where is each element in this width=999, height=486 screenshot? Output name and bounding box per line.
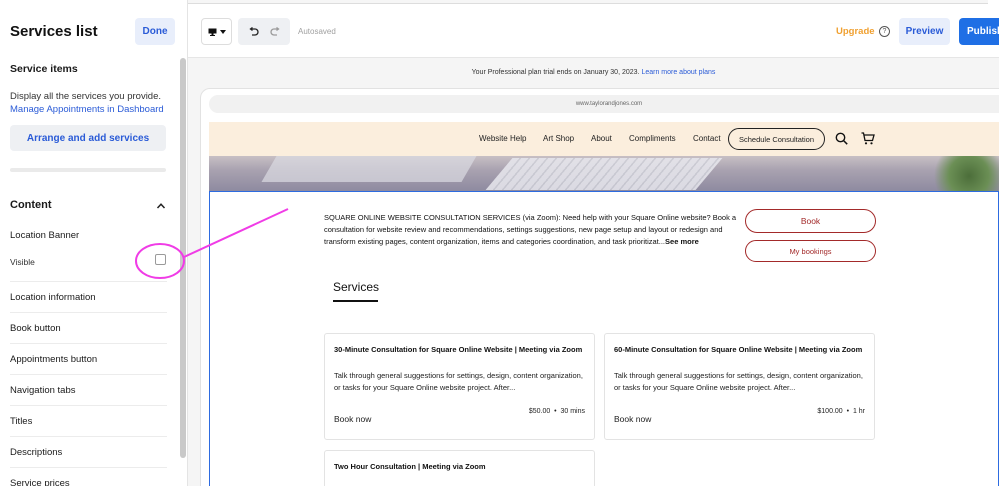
chevron-up-icon[interactable]: [156, 201, 166, 211]
nav-about[interactable]: About: [591, 134, 612, 143]
divider: [10, 374, 167, 375]
learn-more-plans-link[interactable]: Learn more about plans: [641, 69, 715, 76]
visible-checkbox[interactable]: [155, 254, 166, 265]
arrange-services-button[interactable]: Arrange and add services: [10, 125, 166, 151]
sidebar-item-location-information[interactable]: Location information: [10, 292, 167, 303]
caret-down-icon: [219, 29, 226, 34]
upgrade-link[interactable]: Upgrade: [836, 26, 875, 37]
location-banner-label: Location Banner: [10, 230, 80, 241]
manage-appointments-link[interactable]: Manage Appointments in Dashboard: [10, 104, 164, 115]
device-switcher[interactable]: [201, 18, 232, 45]
service-description: Talk through general suggestions for set…: [614, 371, 863, 392]
trial-notice: Your Professional plan trial ends on Jan…: [188, 69, 999, 76]
service-description: Talk through general suggestions for set…: [334, 371, 583, 392]
site-preview: Website Help Art Shop About Compliments …: [209, 122, 999, 486]
site-navigation: Website Help Art Shop About Compliments …: [209, 122, 999, 156]
service-title: 30-Minute Consultation for Square Online…: [334, 345, 583, 354]
undo-icon[interactable]: [248, 27, 259, 36]
publish-button[interactable]: Publish: [959, 18, 999, 45]
undo-redo-group: [238, 18, 290, 45]
nav-contact[interactable]: Contact: [693, 134, 721, 143]
done-button[interactable]: Done: [135, 18, 175, 45]
autosave-status: Autosaved: [298, 27, 336, 36]
search-icon[interactable]: [835, 132, 848, 145]
keyboard-illustration: [485, 158, 723, 190]
service-price-duration: $100.00 • 1 hr: [817, 408, 865, 415]
toolbar-top-strip: [188, 0, 988, 4]
visible-label: Visible: [10, 257, 35, 267]
services-list-panel: Services list Done Service items Display…: [0, 0, 188, 486]
location-banner-image: [209, 156, 999, 191]
service-title: 60-Minute Consultation for Square Online…: [614, 345, 863, 354]
service-title: Two Hour Consultation | Meeting via Zoom: [334, 462, 486, 471]
service-duration: 30 mins: [560, 408, 585, 415]
divider: [10, 343, 167, 344]
cart-icon[interactable]: [861, 132, 875, 145]
sidebar-item-navigation-tabs[interactable]: Navigation tabs: [10, 385, 167, 396]
nav-website-help[interactable]: Website Help: [479, 134, 526, 143]
sidebar-item-book-button[interactable]: Book button: [10, 323, 167, 334]
book-now-link[interactable]: Book now: [614, 414, 651, 424]
service-card[interactable]: 60-Minute Consultation for Square Online…: [604, 333, 875, 440]
preview-button[interactable]: Preview: [899, 18, 950, 45]
panel-title: Services list: [10, 23, 98, 40]
service-price: $50.00: [528, 408, 551, 415]
service-price-duration: $50.00 • 30 mins: [528, 408, 585, 415]
help-circle-icon[interactable]: ?: [879, 26, 890, 37]
service-price: $100.00: [817, 408, 843, 415]
plant-illustration: [929, 156, 999, 191]
see-more-link[interactable]: See more: [665, 237, 699, 246]
divider: [10, 467, 167, 468]
content-section-title[interactable]: Content: [10, 199, 52, 211]
trial-text: Your Professional plan trial ends on Jan…: [471, 69, 640, 76]
divider: [10, 405, 167, 406]
sidebar-scrollbar[interactable]: [180, 58, 186, 458]
services-description: SQUARE ONLINE WEBSITE CONSULTATION SERVI…: [324, 212, 739, 248]
service-card[interactable]: Two Hour Consultation | Meeting via Zoom: [324, 450, 595, 486]
divider: [10, 281, 167, 282]
sidebar-item-service-prices[interactable]: Service prices: [10, 478, 167, 486]
schedule-consultation-button[interactable]: Schedule Consultation: [728, 128, 825, 150]
laptop-illustration: [261, 156, 477, 182]
redo-icon[interactable]: [269, 27, 281, 36]
nav-art-shop[interactable]: Art Shop: [543, 134, 574, 143]
my-bookings-button[interactable]: My bookings: [745, 240, 876, 262]
book-button[interactable]: Book: [745, 209, 876, 233]
service-card[interactable]: 30-Minute Consultation for Square Online…: [324, 333, 595, 440]
sidebar-item-titles[interactable]: Titles: [10, 416, 167, 427]
sidebar-item-descriptions[interactable]: Descriptions: [10, 447, 167, 458]
service-items-description: Display all the services you provide.: [10, 91, 162, 102]
editor-toolbar: Autosaved Upgrade ? Preview Publish: [188, 0, 999, 58]
service-duration: 1 hr: [852, 408, 865, 415]
section-divider: [10, 168, 166, 172]
book-now-link[interactable]: Book now: [334, 414, 371, 424]
nav-compliments[interactable]: Compliments: [629, 134, 676, 143]
services-heading-underline: [333, 300, 378, 302]
sidebar-item-appointments-button[interactable]: Appointments button: [10, 354, 167, 365]
url-bar: www.taylorandjones.com: [209, 95, 999, 113]
divider: [10, 436, 167, 437]
desktop-icon: [208, 28, 216, 36]
services-heading: Services: [333, 280, 380, 294]
service-items-title: Service items: [10, 63, 78, 75]
divider: [10, 312, 167, 313]
editor-app: Services list Done Service items Display…: [0, 0, 999, 486]
